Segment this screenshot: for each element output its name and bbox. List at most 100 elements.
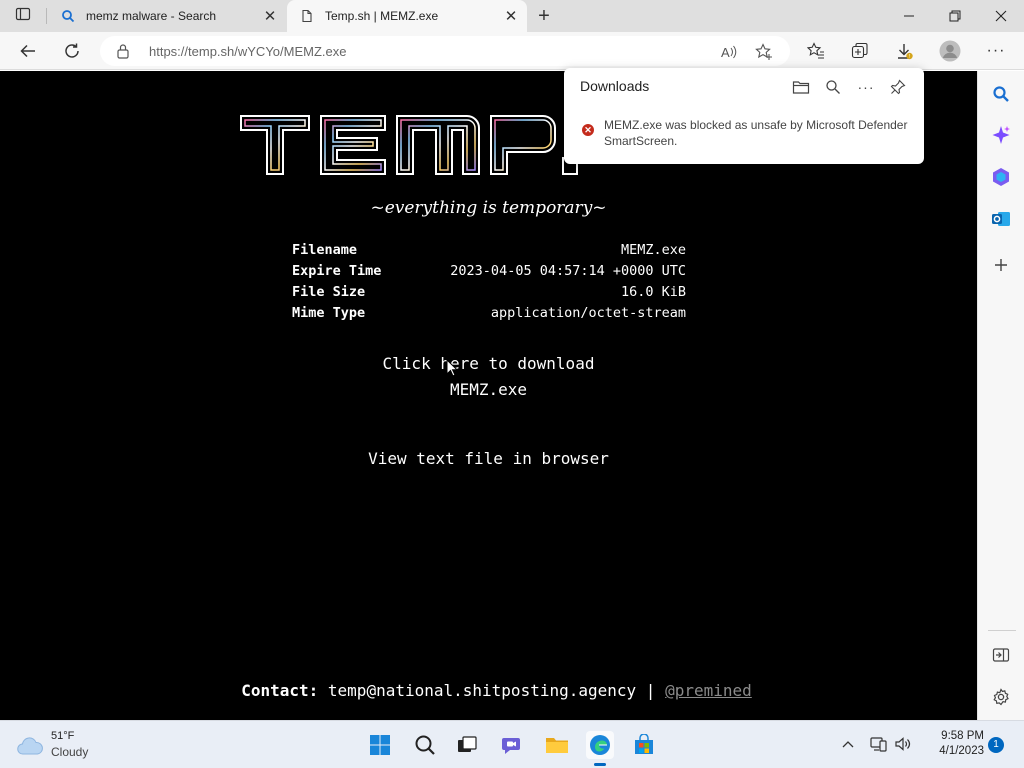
add-favorite-icon[interactable] xyxy=(752,40,776,64)
tab-separator xyxy=(46,8,47,24)
lock-icon[interactable] xyxy=(116,43,130,64)
minimize-button[interactable] xyxy=(886,0,932,32)
address-toolbar: https://temp.sh/wYCYo/MEMZ.exe A ! ··· xyxy=(0,32,1024,70)
task-view-icon xyxy=(458,736,477,752)
network-icon[interactable] xyxy=(868,733,890,755)
info-row-file-size: File Size 16.0 KiB xyxy=(292,282,686,303)
contact-separator: | xyxy=(645,681,656,700)
back-button[interactable] xyxy=(13,36,43,66)
teams-chat-button[interactable] xyxy=(498,731,526,759)
downloads-title: Downloads xyxy=(580,78,650,94)
collections-icon xyxy=(851,42,868,59)
search-icon xyxy=(60,8,76,24)
downloads-button[interactable]: ! xyxy=(889,36,919,66)
info-value: MEMZ.exe xyxy=(620,242,686,258)
sidebar-divider xyxy=(988,630,1016,631)
weather-widget[interactable]: 51°F Cloudy xyxy=(16,730,126,762)
contact-line: Contact: temp@national.shitposting.agenc… xyxy=(0,681,993,700)
tab-title: Temp.sh | MEMZ.exe xyxy=(325,9,439,23)
open-folder-icon[interactable] xyxy=(790,76,812,98)
favorites-button[interactable] xyxy=(801,36,831,66)
url-text[interactable]: https://temp.sh/wYCYo/MEMZ.exe xyxy=(149,44,346,59)
page-icon xyxy=(299,8,315,24)
favorites-icon xyxy=(807,42,824,59)
start-button[interactable] xyxy=(366,731,394,759)
clock-date: 4/1/2023 xyxy=(939,745,984,757)
view-in-browser-link[interactable]: View text file in browser xyxy=(0,449,977,468)
pin-icon[interactable] xyxy=(887,76,909,98)
svg-text:!: ! xyxy=(909,54,910,60)
profile-button[interactable] xyxy=(935,36,965,66)
info-value: application/octet-stream xyxy=(490,305,686,321)
plus-icon: + xyxy=(538,4,550,27)
tab-actions-icon xyxy=(15,6,31,27)
task-view-button[interactable] xyxy=(453,731,481,759)
contact-handle-link[interactable]: @premined xyxy=(665,681,752,700)
address-bar[interactable]: https://temp.sh/wYCYo/MEMZ.exe A xyxy=(100,36,790,66)
close-icon[interactable]: ✕ xyxy=(260,6,280,26)
sidebar-discover-icon[interactable] xyxy=(989,123,1013,147)
screen: memz malware - Search ✕ Temp.sh | MEMZ.e… xyxy=(0,0,1024,768)
svg-text:A: A xyxy=(721,45,730,60)
edge-taskbar-button[interactable] xyxy=(586,731,614,759)
taskbar: 51°F Cloudy 9:58 PM 4/1/2023 1 xyxy=(0,720,1024,768)
chevron-up-icon xyxy=(842,741,854,748)
edge-icon xyxy=(590,735,610,755)
download-link-filename[interactable]: MEMZ.exe xyxy=(0,377,977,403)
page-viewport: ~everything is temporary~ Filename MEMZ.… xyxy=(0,71,977,720)
close-icon xyxy=(995,10,1007,22)
contact-email[interactable]: temp@national.shitposting.agency xyxy=(328,681,636,700)
downloads-flyout: Downloads ··· ✕ MEMZ.exe was blocked as … xyxy=(564,68,924,164)
more-options-icon[interactable]: ··· xyxy=(855,76,877,98)
tab-actions-button[interactable] xyxy=(0,0,46,32)
taskbar-clock[interactable]: 9:58 PM 4/1/2023 xyxy=(920,729,984,759)
search-downloads-icon[interactable] xyxy=(822,76,844,98)
read-aloud-icon[interactable]: A xyxy=(717,40,741,64)
edge-sidebar xyxy=(977,71,1024,720)
info-value: 2023-04-05 04:57:14 +0000 UTC xyxy=(450,263,686,279)
close-icon[interactable]: ✕ xyxy=(501,6,521,26)
info-key: File Size xyxy=(292,284,366,300)
info-key: Mime Type xyxy=(292,305,366,321)
contact-label: Contact: xyxy=(241,681,319,700)
tab-temp-sh[interactable]: Temp.sh | MEMZ.exe ✕ xyxy=(287,0,527,32)
blocked-error-icon: ✕ xyxy=(582,124,594,136)
taskbar-search-button[interactable] xyxy=(411,731,439,759)
store-button[interactable] xyxy=(630,731,658,759)
show-hidden-icons-button[interactable] xyxy=(837,733,859,755)
tagline: ~everything is temporary~ xyxy=(370,198,607,218)
sidebar-settings-icon[interactable] xyxy=(989,685,1013,709)
clock-time: 9:58 PM xyxy=(941,730,984,742)
download-link-line-1[interactable]: Click here to download xyxy=(0,351,977,377)
new-tab-button[interactable]: + xyxy=(532,4,556,28)
sidebar-office-icon[interactable] xyxy=(989,165,1013,189)
tab-search[interactable]: memz malware - Search ✕ xyxy=(48,0,286,32)
volume-icon[interactable] xyxy=(892,733,914,755)
file-info-table: Filename MEMZ.exe Expire Time 2023-04-05… xyxy=(292,240,686,324)
sidebar-search-icon[interactable] xyxy=(989,82,1013,106)
more-icon: ··· xyxy=(986,42,1006,59)
restore-button[interactable] xyxy=(932,0,978,32)
tab-title: memz malware - Search xyxy=(86,9,217,23)
weather-condition: Cloudy xyxy=(51,745,89,759)
back-arrow-icon xyxy=(20,44,35,58)
avatar-icon xyxy=(939,40,961,62)
sidebar-add-icon[interactable] xyxy=(989,253,1013,277)
download-icon: ! xyxy=(898,44,913,60)
collections-button[interactable] xyxy=(845,36,875,66)
sidebar-hide-icon[interactable] xyxy=(989,643,1013,667)
download-blocked-message: MEMZ.exe was blocked as unsafe by Micros… xyxy=(604,118,908,148)
settings-more-button[interactable]: ··· xyxy=(981,36,1011,66)
file-explorer-button[interactable] xyxy=(543,731,571,759)
active-app-indicator xyxy=(594,763,606,766)
notification-badge[interactable]: 1 xyxy=(988,737,1004,753)
window-close-button[interactable] xyxy=(978,0,1024,32)
sidebar-outlook-icon[interactable] xyxy=(989,207,1013,231)
store-icon xyxy=(635,734,653,754)
minimize-icon xyxy=(904,15,914,17)
info-row-filename: Filename MEMZ.exe xyxy=(292,240,686,261)
download-link[interactable]: Click here to download MEMZ.exe xyxy=(0,351,977,403)
mouse-cursor-icon xyxy=(446,358,459,381)
refresh-button[interactable] xyxy=(57,36,87,66)
tab-strip: memz malware - Search ✕ Temp.sh | MEMZ.e… xyxy=(0,0,1024,32)
